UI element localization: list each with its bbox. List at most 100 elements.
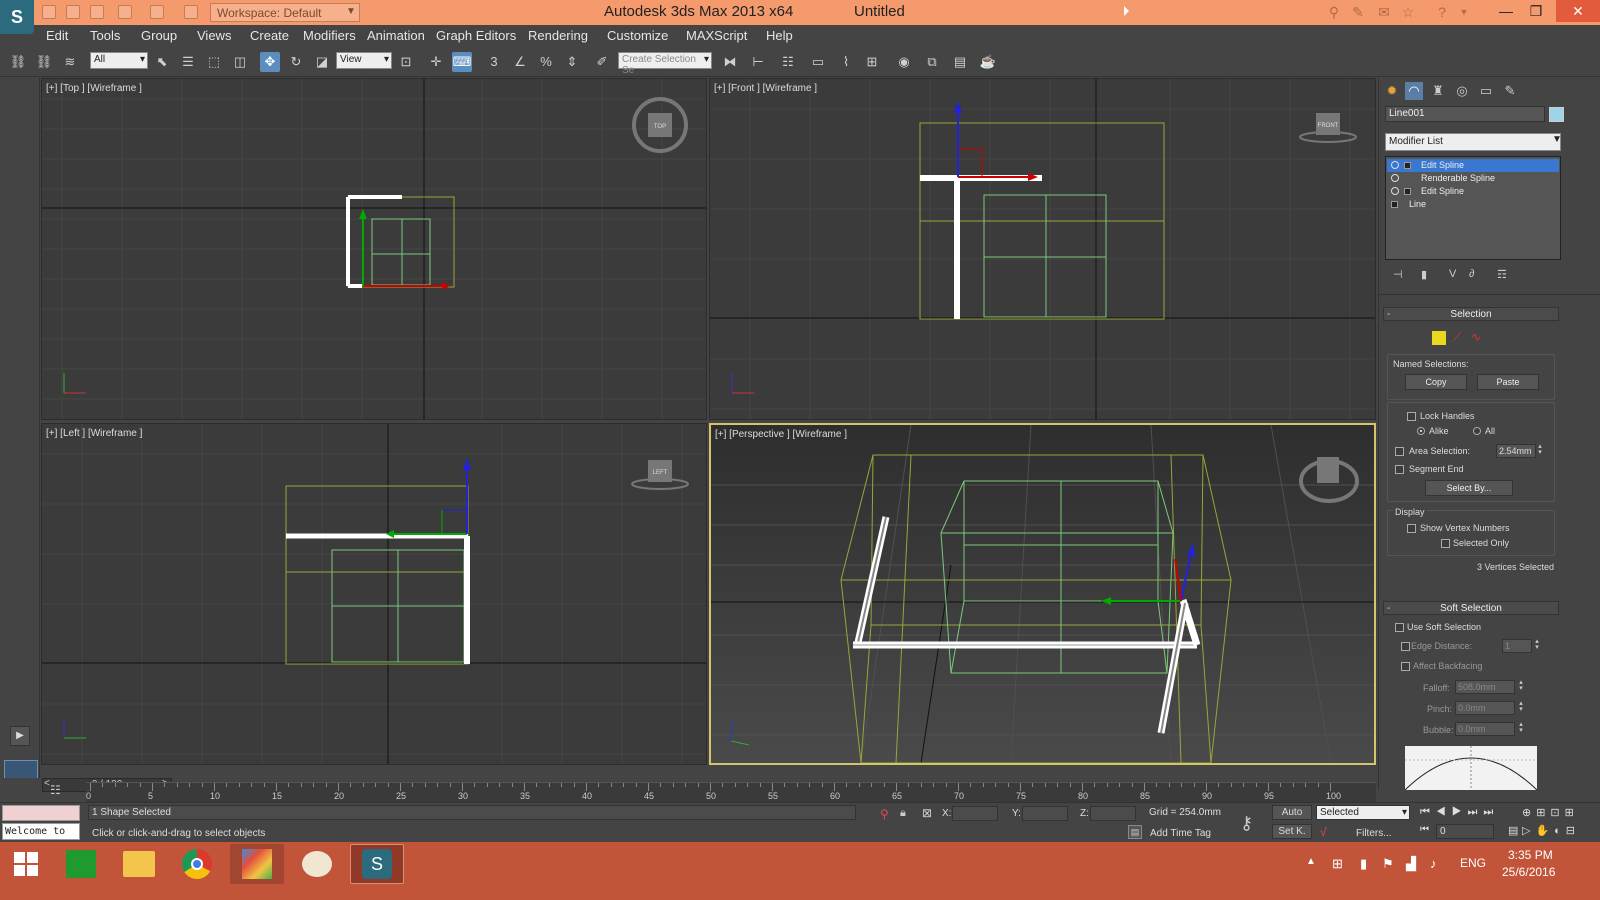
angle-snap-icon[interactable]: ∠ — [510, 52, 530, 72]
selection-rollout-header[interactable]: - Selection — [1383, 307, 1559, 321]
store-app-icon[interactable] — [54, 844, 108, 884]
selected-only-checkbox[interactable] — [1441, 539, 1450, 548]
edge-distance-spinner[interactable]: ▴ ▾ — [1534, 638, 1540, 652]
language-indicator[interactable]: ENG — [1460, 856, 1486, 870]
viewcube-left[interactable]: LEFT — [631, 460, 689, 490]
clock-time[interactable]: 3:35 PM — [1508, 848, 1553, 862]
hierarchy-tab-icon[interactable]: ♜ — [1429, 82, 1447, 100]
unlink-selection-icon[interactable]: ⛓ — [34, 52, 54, 72]
edit-named-selection-icon[interactable]: ✐ — [592, 52, 612, 72]
paste-button[interactable]: Paste — [1477, 374, 1539, 390]
lightbulb-icon[interactable] — [1391, 187, 1399, 195]
viewport-label[interactable]: [+] [Top ] [Wireframe ] — [46, 83, 142, 94]
configure-modifier-sets-icon[interactable]: ☶ — [1497, 268, 1507, 281]
stack-item[interactable]: Edit Spline — [1387, 159, 1559, 172]
viewport-label[interactable]: [+] [Left ] [Wireframe ] — [46, 428, 142, 439]
menu-maxscript[interactable]: MAXScript — [686, 28, 747, 43]
key-filter-dropdown[interactable]: Selected ▾ — [1316, 805, 1410, 820]
stack-item[interactable]: Edit Spline — [1387, 185, 1559, 198]
menu-animation[interactable]: Animation — [367, 28, 425, 43]
viewport-label[interactable]: [+] [Perspective ] [Wireframe ] — [715, 429, 847, 440]
expand-icon[interactable] — [1404, 188, 1411, 195]
menu-create[interactable]: Create — [250, 28, 289, 43]
area-selection-value[interactable]: 2.54mm — [1496, 444, 1536, 458]
bind-space-warp-icon[interactable]: ≋ — [60, 52, 80, 72]
viewport-top[interactable]: [+] [Top ] [Wireframe ] TOP — [41, 78, 707, 420]
snaps-toggle-icon[interactable]: 3 — [484, 52, 504, 72]
time-tag-icon[interactable]: ▤ — [1128, 825, 1142, 839]
menu-rendering[interactable]: Rendering — [528, 28, 588, 43]
motion-tab-icon[interactable]: ◎ — [1453, 82, 1471, 100]
align-icon[interactable]: ⊢ — [748, 52, 768, 72]
menu-help[interactable]: Help — [766, 28, 793, 43]
viewport-perspective[interactable]: [+] [Perspective ] [Wireframe ] — [709, 423, 1376, 765]
maximize-button[interactable]: ❐ — [1520, 0, 1552, 22]
remove-modifier-icon[interactable]: ∂ — [1469, 268, 1474, 280]
add-time-tag[interactable]: Add Time Tag — [1150, 828, 1211, 839]
falloff-value[interactable]: 508.0mm — [1455, 680, 1515, 694]
expand-icon[interactable] — [1404, 162, 1411, 169]
stack-item[interactable]: Line — [1387, 198, 1559, 211]
bubble-spinner[interactable]: ▴ ▾ — [1518, 721, 1524, 735]
network-icon[interactable]: ▟ — [1406, 856, 1416, 872]
absolute-relative-toggle-icon[interactable]: ⊠ — [922, 806, 932, 820]
new-scene-icon[interactable] — [42, 5, 56, 19]
binoculars-icon[interactable]: ⚲ — [1326, 5, 1342, 19]
select-object-icon[interactable]: ⬉ — [152, 52, 172, 72]
vertex-subobject-icon[interactable] — [1431, 330, 1447, 346]
menu-modifiers[interactable]: Modifiers — [303, 28, 356, 43]
named-selection-sets-dropdown[interactable]: Create Selection Se ▾ — [618, 52, 712, 76]
spline-subobject-icon[interactable]: ∿ — [1471, 330, 1481, 344]
flag-icon[interactable]: ⚑ — [1382, 856, 1394, 872]
auto-key-button[interactable]: Auto — [1272, 805, 1312, 820]
soft-selection-rollout-header[interactable]: - Soft Selection — [1383, 601, 1559, 615]
bubble-value[interactable]: 0.0mm — [1455, 722, 1515, 736]
save-file-icon[interactable] — [90, 5, 104, 19]
project-folder-icon[interactable] — [184, 5, 198, 19]
create-tab-icon[interactable]: ✹ — [1383, 82, 1401, 100]
lock-handles-checkbox[interactable] — [1407, 412, 1416, 421]
key-mode-toggle-icon[interactable]: ⏮ — [1420, 824, 1429, 835]
chrome-icon[interactable] — [170, 844, 224, 884]
show-end-result-icon[interactable]: ▮ — [1421, 268, 1427, 281]
stack-item[interactable]: Renderable Spline — [1387, 172, 1559, 185]
affect-backfacing-checkbox[interactable] — [1401, 662, 1410, 671]
edge-distance-checkbox[interactable] — [1401, 642, 1410, 651]
expand-icon[interactable] — [1391, 201, 1398, 208]
select-and-move-icon[interactable]: ✥ — [260, 52, 280, 72]
key-filters-button[interactable]: Filters... — [1356, 828, 1392, 839]
percent-snap-icon[interactable]: % — [536, 52, 556, 72]
display-tab-icon[interactable]: ▭ — [1477, 82, 1495, 100]
close-button[interactable]: ✕ — [1556, 0, 1600, 22]
curve-editor-icon[interactable]: ⌇ — [836, 52, 856, 72]
modify-tab-icon[interactable]: ◠ — [1405, 82, 1423, 100]
clock-date[interactable]: 25/6/2016 — [1502, 865, 1555, 879]
undo-icon[interactable] — [118, 5, 132, 19]
transform-gizmo-z[interactable] — [1180, 552, 1192, 602]
isolate-selection-icon[interactable]: ⚲ — [880, 807, 889, 821]
all-radio[interactable] — [1473, 427, 1481, 435]
mirror-icon[interactable]: ⧓ — [720, 52, 740, 72]
app-logo-icon[interactable]: S — [0, 0, 34, 34]
communication-center-icon[interactable]: ✎ — [1350, 5, 1366, 19]
alike-radio[interactable] — [1417, 427, 1425, 435]
y-coordinate-field[interactable] — [1022, 806, 1068, 821]
x-coordinate-field[interactable] — [952, 806, 998, 821]
selection-filter-dropdown[interactable]: All ▾ — [90, 52, 148, 69]
paint-app-icon[interactable] — [290, 844, 344, 884]
time-config-icon[interactable]: ▤ — [1508, 824, 1522, 837]
schematic-view-icon[interactable]: ⊞ — [862, 52, 882, 72]
set-key-icon[interactable]: ⚷ — [1240, 813, 1253, 834]
select-by-name-icon[interactable]: ☰ — [178, 52, 198, 72]
menu-edit[interactable]: Edit — [46, 28, 68, 43]
keyboard-shortcut-override-icon[interactable]: ⌨ — [452, 52, 472, 72]
make-unique-icon[interactable]: V — [1449, 268, 1456, 280]
viewport-left[interactable]: [+] [Left ] [Wireframe ] LEFT — [41, 423, 707, 765]
lightbulb-icon[interactable] — [1391, 174, 1399, 182]
select-and-manipulate-icon[interactable]: ✛ — [426, 52, 446, 72]
object-color-swatch[interactable] — [1549, 107, 1564, 122]
viewcube-top[interactable]: TOP — [632, 97, 688, 153]
falloff-spinner[interactable]: ▴ ▾ — [1518, 679, 1524, 693]
show-hidden-icons-icon[interactable]: ▲ — [1306, 856, 1316, 867]
graphite-ribbon-icon[interactable]: ▭ — [808, 52, 828, 72]
